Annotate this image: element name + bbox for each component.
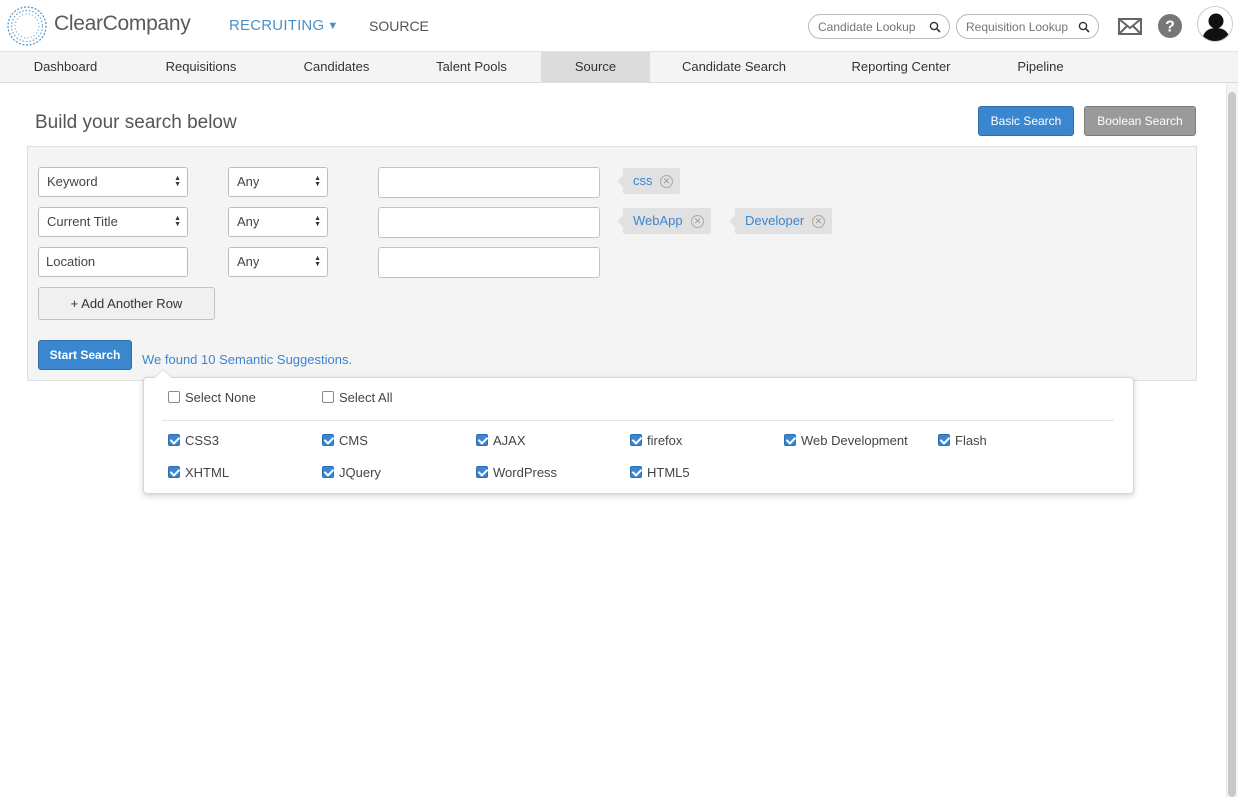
requisition-lookup-field[interactable] (956, 14, 1099, 39)
add-another-row-button[interactable]: + Add Another Row (38, 287, 215, 320)
search-builder-panel (27, 146, 1197, 381)
checkbox-checked-icon[interactable] (322, 434, 334, 446)
remove-tag-icon[interactable]: ✕ (691, 215, 704, 228)
select-arrows-icon: ▲ ▼ (174, 215, 181, 228)
row-1-match-select[interactable]: Any ▲ ▼ (228, 167, 328, 197)
candidate-lookup-input[interactable] (818, 20, 928, 34)
requisition-lookup-input[interactable] (966, 20, 1076, 34)
row-3-field-value: Location (46, 254, 96, 269)
row-2-text-field[interactable] (378, 207, 600, 238)
row-2-tag: Developer ✕ (729, 208, 832, 234)
checkbox-icon[interactable] (322, 391, 334, 403)
checkbox-checked-icon[interactable] (630, 434, 642, 446)
suggestion-label[interactable]: WordPress (493, 465, 557, 481)
select-none-label[interactable]: Select None (185, 390, 256, 406)
select-all-label[interactable]: Select All (339, 390, 392, 406)
divider (162, 420, 1114, 421)
tag-label[interactable]: WebApp (633, 213, 683, 228)
row-1-field-select[interactable]: Keyword ▲ ▼ (38, 167, 188, 197)
brand-name[interactable]: ClearCompany (54, 12, 191, 36)
suggestion-label[interactable]: CMS (339, 433, 368, 449)
row-1-match-value: Any (237, 174, 260, 189)
row-3-text-field[interactable] (378, 247, 600, 278)
chevron-down-icon[interactable]: ▼ (327, 20, 338, 32)
checkbox-checked-icon[interactable] (476, 466, 488, 478)
checkbox-icon[interactable] (168, 391, 180, 403)
nav-item-pipeline[interactable]: Pipeline (984, 52, 1097, 82)
user-avatar[interactable] (1197, 6, 1233, 42)
candidate-lookup-field[interactable] (808, 14, 950, 39)
source-link[interactable]: SOURCE (369, 18, 429, 34)
page-title: Build your search below (35, 112, 237, 133)
row-3-text-input[interactable] (379, 248, 599, 277)
checkbox-checked-icon[interactable] (476, 434, 488, 446)
boolean-search-button[interactable]: Boolean Search (1084, 106, 1196, 136)
nav-item-source[interactable]: Source (541, 52, 650, 82)
tag-label[interactable]: css (633, 173, 653, 188)
checkbox-checked-icon[interactable] (630, 466, 642, 478)
search-icon[interactable] (1078, 21, 1090, 33)
basic-search-button[interactable]: Basic Search (978, 106, 1074, 136)
scrollbar-thumb[interactable] (1228, 92, 1236, 797)
checkbox-checked-icon[interactable] (168, 434, 180, 446)
row-2-field-select[interactable]: Current Title ▲ ▼ (38, 207, 188, 237)
row-1-text-field[interactable] (378, 167, 600, 198)
semantic-suggestions-link[interactable]: We found 10 Semantic Suggestions. (142, 352, 352, 367)
recruiting-label[interactable]: RECRUITING (229, 17, 324, 34)
checkbox-checked-icon[interactable] (322, 466, 334, 478)
suggestion-label[interactable]: HTML5 (647, 465, 690, 481)
nav-item-candidate-search[interactable]: Candidate Search (650, 52, 818, 82)
top-header: ClearCompany RECRUITING▼ SOURCE ? (0, 0, 1238, 52)
row-3-match-select[interactable]: Any ▲ ▼ (228, 247, 328, 277)
suggestion-label[interactable]: Web Development (801, 433, 908, 449)
main-nav: Dashboard Requisitions Candidates Talent… (0, 52, 1238, 83)
row-1-text-input[interactable] (379, 168, 599, 197)
user-silhouette-icon (1202, 13, 1230, 41)
row-2-tag: WebApp ✕ (617, 208, 711, 234)
mail-icon[interactable] (1117, 13, 1143, 39)
recruiting-module-menu[interactable]: RECRUITING ▼ (229, 17, 338, 34)
suggestion-label[interactable]: AJAX (493, 433, 526, 449)
suggestion-label[interactable]: Flash (955, 433, 987, 449)
checkbox-checked-icon[interactable] (168, 466, 180, 478)
row-3-location-field[interactable]: Location (38, 247, 188, 277)
row-2-text-input[interactable] (379, 208, 599, 237)
search-icon[interactable] (929, 21, 941, 33)
row-2-match-select[interactable]: Any ▲ ▼ (228, 207, 328, 237)
suggestion-label[interactable]: JQuery (339, 465, 381, 481)
nav-item-requisitions[interactable]: Requisitions (131, 52, 271, 82)
clearcompany-logo-icon[interactable] (6, 5, 48, 47)
checkbox-checked-icon[interactable] (938, 434, 950, 446)
select-arrows-icon: ▲ ▼ (174, 175, 181, 188)
checkbox-checked-icon[interactable] (784, 434, 796, 446)
select-arrows-icon: ▲ ▼ (314, 215, 321, 228)
nav-item-candidates[interactable]: Candidates (271, 52, 402, 82)
start-search-button[interactable]: Start Search (38, 340, 132, 370)
row-1-field-value: Keyword (47, 174, 98, 189)
row-3-match-value: Any (237, 254, 260, 269)
nav-item-dashboard[interactable]: Dashboard (0, 52, 131, 82)
tag-label[interactable]: Developer (745, 213, 804, 228)
suggestion-label[interactable]: firefox (647, 433, 682, 449)
row-2-field-value: Current Title (47, 214, 118, 229)
help-icon[interactable]: ? (1157, 13, 1183, 39)
row-1-tag: css ✕ (617, 168, 680, 194)
remove-tag-icon[interactable]: ✕ (660, 175, 673, 188)
nav-item-talent-pools[interactable]: Talent Pools (402, 52, 541, 82)
suggestion-label[interactable]: CSS3 (185, 433, 219, 449)
suggestion-label[interactable]: XHTML (185, 465, 229, 481)
remove-tag-icon[interactable]: ✕ (812, 215, 825, 228)
select-arrows-icon: ▲ ▼ (314, 175, 321, 188)
select-arrows-icon: ▲ ▼ (314, 255, 321, 268)
row-2-match-value: Any (237, 214, 260, 229)
nav-item-reporting-center[interactable]: Reporting Center (818, 52, 984, 82)
svg-text:?: ? (1165, 19, 1175, 36)
semantic-suggestions-popover: Select None Select All CSS3 CMS AJAX fir… (143, 369, 1134, 494)
